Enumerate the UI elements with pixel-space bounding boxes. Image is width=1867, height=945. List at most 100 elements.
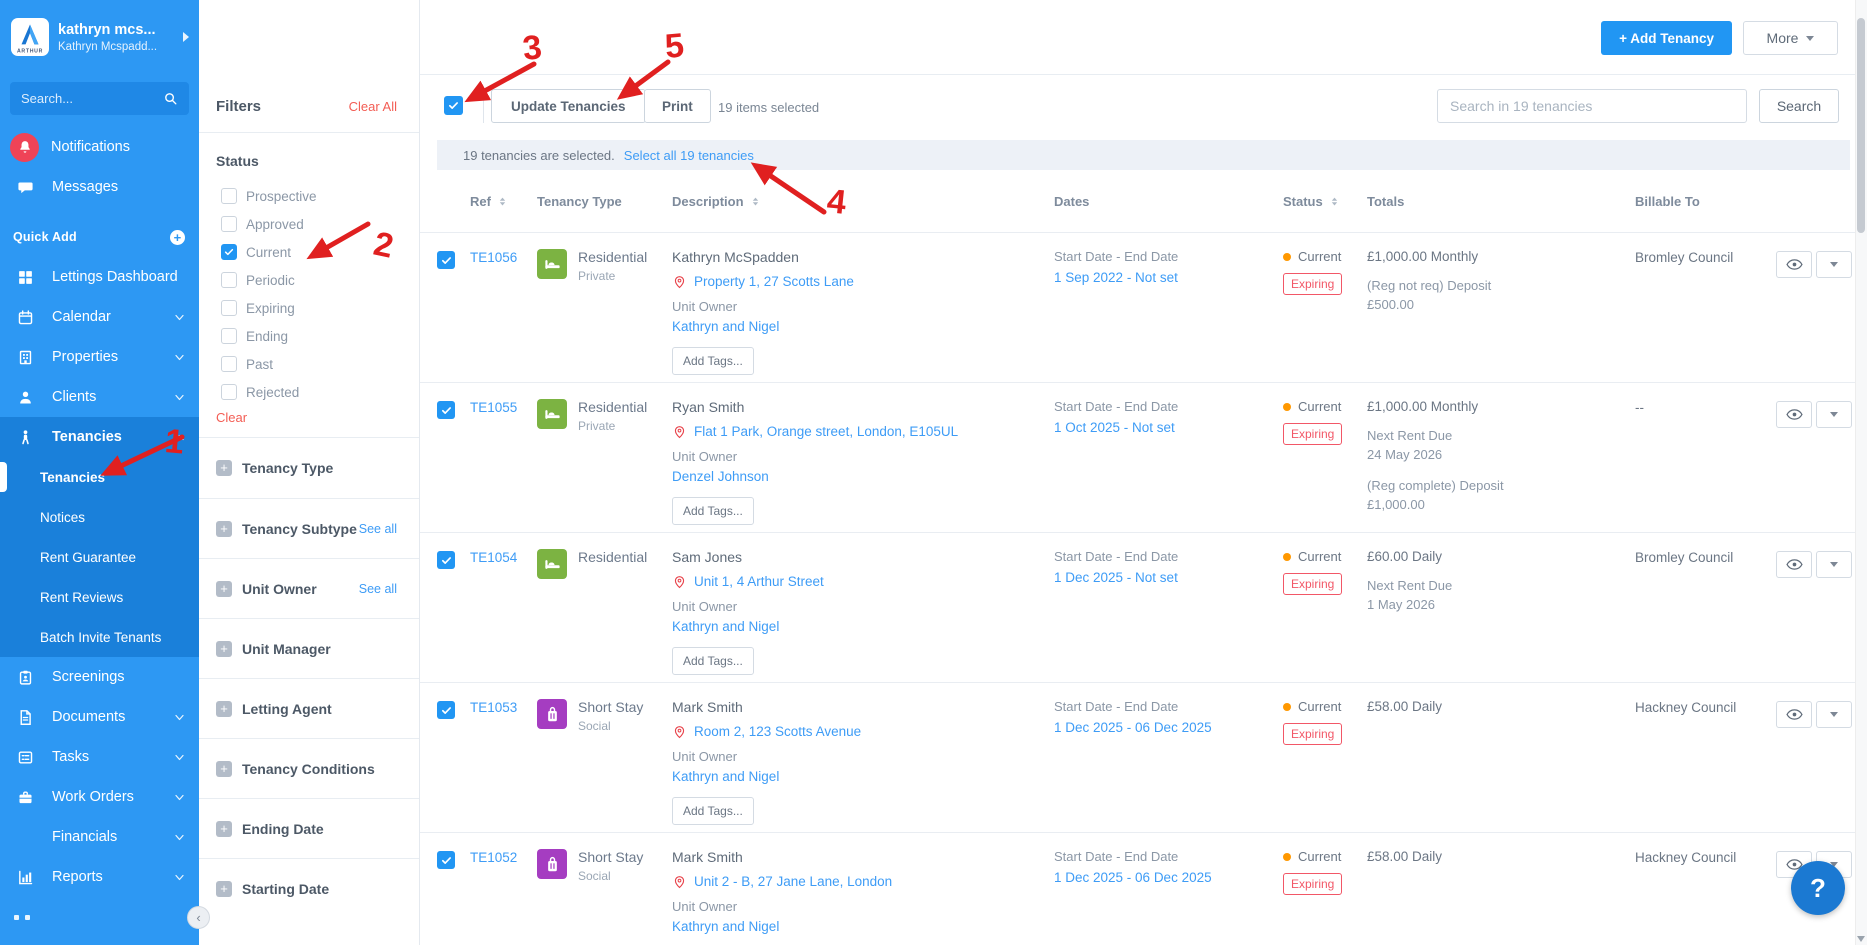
scrollbar-down-arrow[interactable] — [1857, 936, 1865, 942]
property-link[interactable]: Room 2, 123 Scotts Avenue — [694, 724, 861, 739]
property-link[interactable]: Unit 2 - B, 27 Jane Lane, London — [694, 874, 892, 889]
sidebar-item-tenancies[interactable]: Tenancies — [0, 417, 199, 457]
sidebar-search[interactable] — [10, 82, 189, 115]
row-checkbox[interactable] — [437, 401, 455, 419]
dates-link[interactable]: 1 Oct 2025 - Not set — [1054, 420, 1175, 435]
row-menu-button[interactable] — [1816, 251, 1852, 278]
status-filter-option[interactable]: Rejected — [199, 378, 419, 406]
clear-all-filters-link[interactable]: Clear All — [349, 99, 397, 114]
sidebar-subitem[interactable]: Batch Invite Tenants — [0, 617, 199, 657]
column-header[interactable]: Status — [1283, 194, 1367, 209]
more-button[interactable]: More — [1743, 21, 1838, 55]
dates-link[interactable]: 1 Dec 2025 - 06 Dec 2025 — [1054, 720, 1212, 735]
sidebar-item-notifications[interactable]: Notifications — [0, 127, 199, 167]
filter-section[interactable]: + Starting Date — [199, 858, 419, 918]
sidebar-item[interactable]: Clients — [0, 377, 199, 417]
status-filter-option[interactable]: Expiring — [199, 294, 419, 322]
sidebar-item[interactable]: Financials — [0, 817, 199, 857]
sidebar-item[interactable]: Screenings — [0, 657, 199, 697]
expand-plus-icon[interactable]: + — [216, 460, 232, 476]
dates-link[interactable]: 1 Dec 2025 - 06 Dec 2025 — [1054, 870, 1212, 885]
search-tenancies-input[interactable] — [1437, 89, 1747, 123]
filter-section[interactable]: + Unit Manager — [199, 618, 419, 678]
update-tenancies-button[interactable]: Update Tenancies — [491, 89, 646, 123]
row-checkbox[interactable] — [437, 251, 455, 269]
status-filter-option[interactable]: Periodic — [199, 266, 419, 294]
status-filter-option[interactable]: Approved — [199, 210, 419, 238]
add-tags-button[interactable]: Add Tags... — [672, 497, 754, 525]
select-all-checkbox[interactable] — [444, 96, 463, 115]
row-menu-button[interactable] — [1816, 701, 1852, 728]
collapse-sidebar-button[interactable]: ‹ — [187, 906, 210, 929]
sidebar-subitem[interactable]: Notices — [0, 497, 199, 537]
unit-owner-link[interactable]: Kathryn and Nigel — [672, 319, 779, 334]
sidebar-subitem[interactable]: Tenancies — [0, 457, 199, 497]
sidebar-item[interactable]: Tasks — [0, 737, 199, 777]
tenancy-ref-link[interactable]: TE1056 — [470, 250, 517, 265]
filter-section[interactable]: + Tenancy Type — [199, 438, 419, 498]
sidebar-item-messages[interactable]: Messages — [0, 167, 199, 207]
unit-owner-link[interactable]: Kathryn and Nigel — [672, 769, 779, 784]
row-checkbox[interactable] — [437, 701, 455, 719]
plus-circle-icon[interactable]: + — [170, 229, 185, 245]
column-header[interactable]: Tenancy Type — [537, 194, 672, 209]
sidebar-search-input[interactable] — [21, 91, 163, 106]
checkbox[interactable] — [221, 300, 237, 316]
sidebar-item[interactable]: Work Orders — [0, 777, 199, 817]
sidebar-item[interactable]: Documents — [0, 697, 199, 737]
sort-icon[interactable] — [751, 195, 760, 208]
add-tags-button[interactable]: Add Tags... — [672, 347, 754, 375]
help-button[interactable]: ? — [1791, 861, 1845, 915]
column-header[interactable]: Dates — [1054, 194, 1283, 209]
filter-section[interactable]: + Tenancy Subtype See all — [199, 498, 419, 558]
checkbox[interactable] — [221, 356, 237, 372]
status-filter-option[interactable]: Past — [199, 350, 419, 378]
sidebar-subitem[interactable]: Rent Guarantee — [0, 537, 199, 577]
sidebar-item[interactable]: Properties — [0, 337, 199, 377]
checkbox[interactable] — [221, 216, 237, 232]
quick-add[interactable]: Quick Add + — [0, 217, 199, 257]
tenancy-ref-link[interactable]: TE1053 — [470, 700, 517, 715]
property-link[interactable]: Unit 1, 4 Arthur Street — [694, 574, 824, 589]
sidebar-item[interactable]: Lettings Dashboard — [0, 257, 199, 297]
preview-button[interactable] — [1776, 701, 1812, 728]
sidebar-item[interactable]: Calendar — [0, 297, 199, 337]
tenancy-ref-link[interactable]: TE1052 — [470, 850, 517, 865]
expand-plus-icon[interactable]: + — [216, 820, 232, 837]
add-tags-button[interactable]: Add Tags... — [672, 797, 754, 825]
select-all-19-link[interactable]: Select all 19 tenancies — [624, 148, 754, 163]
filter-section[interactable]: + Letting Agent — [199, 678, 419, 738]
status-filter-option[interactable]: Current — [199, 238, 419, 266]
preview-button[interactable] — [1776, 251, 1812, 278]
property-link[interactable]: Property 1, 27 Scotts Lane — [694, 274, 854, 289]
see-all-link[interactable]: See all — [359, 582, 397, 596]
sidebar-subitem[interactable]: Rent Reviews — [0, 577, 199, 617]
row-checkbox[interactable] — [437, 851, 455, 869]
checkbox[interactable] — [221, 244, 237, 260]
dates-link[interactable]: 1 Sep 2022 - Not set — [1054, 270, 1178, 285]
add-tags-button[interactable]: Add Tags... — [672, 647, 754, 675]
unit-owner-link[interactable]: Denzel Johnson — [672, 469, 769, 484]
unit-owner-link[interactable]: Kathryn and Nigel — [672, 919, 779, 934]
status-filter-option[interactable]: Ending — [199, 322, 419, 350]
tenancy-ref-link[interactable]: TE1055 — [470, 400, 517, 415]
expand-plus-icon[interactable]: + — [216, 640, 232, 657]
sidebar-item[interactable]: Reports — [0, 857, 199, 897]
expand-plus-icon[interactable]: + — [216, 700, 232, 717]
sort-icon[interactable] — [1330, 195, 1339, 208]
row-menu-button[interactable] — [1816, 551, 1852, 578]
tenancy-ref-link[interactable]: TE1054 — [470, 550, 517, 565]
clear-status-link[interactable]: Clear — [216, 410, 419, 425]
vertical-scrollbar[interactable] — [1855, 0, 1867, 945]
preview-button[interactable] — [1776, 551, 1812, 578]
print-button[interactable]: Print — [644, 89, 711, 123]
unit-owner-link[interactable]: Kathryn and Nigel — [672, 619, 779, 634]
account-switcher[interactable]: ARTHUR kathryn mcs... Kathryn Mcspadd... — [0, 0, 199, 72]
checkbox[interactable] — [221, 328, 237, 344]
filter-section[interactable]: + Unit Owner See all — [199, 558, 419, 618]
expand-plus-icon[interactable]: + — [216, 520, 232, 537]
column-header[interactable]: Description — [672, 194, 1054, 209]
column-header[interactable]: Billable To — [1635, 194, 1775, 209]
add-tenancy-button[interactable]: + Add Tenancy — [1601, 21, 1732, 55]
sort-icon[interactable] — [498, 195, 507, 208]
